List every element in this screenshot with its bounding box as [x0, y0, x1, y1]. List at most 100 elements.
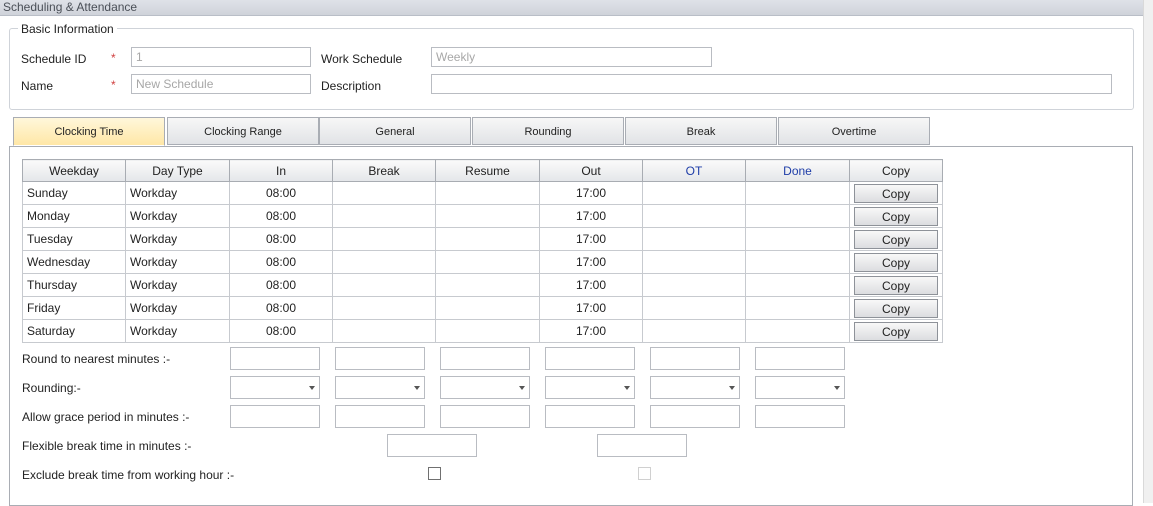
exclude-break-checkbox-1[interactable] — [428, 467, 441, 480]
in-cell[interactable]: 08:00 — [229, 296, 333, 320]
work-schedule-field[interactable]: Weekly — [431, 47, 712, 67]
grace-input-break[interactable] — [335, 405, 425, 428]
ot-cell[interactable] — [642, 319, 746, 343]
exclude-break-checkbox-2[interactable] — [638, 467, 651, 480]
resume-cell[interactable] — [435, 250, 540, 274]
grace-input-in[interactable] — [230, 405, 320, 428]
out-cell[interactable]: 17:00 — [539, 273, 643, 297]
in-cell[interactable]: 08:00 — [229, 273, 333, 297]
resume-cell[interactable] — [435, 273, 540, 297]
ot-cell[interactable] — [642, 181, 746, 205]
copy-button[interactable]: Copy — [854, 252, 938, 272]
table-row[interactable]: Friday Workday 08:00 17:00 Copy — [22, 296, 943, 320]
column-header-copy[interactable]: Copy — [849, 159, 943, 182]
flexible-break-input-2[interactable] — [597, 434, 687, 457]
break-cell[interactable] — [332, 250, 436, 274]
break-cell[interactable] — [332, 319, 436, 343]
table-row[interactable]: Thursday Workday 08:00 17:00 Copy — [22, 273, 943, 297]
column-header-ot[interactable]: OT — [642, 159, 746, 182]
grace-input-out[interactable] — [545, 405, 635, 428]
day-type-cell[interactable]: Workday — [125, 204, 230, 228]
done-cell[interactable] — [745, 319, 850, 343]
column-header-day-type[interactable]: Day Type — [125, 159, 230, 182]
in-cell[interactable]: 08:00 — [229, 319, 333, 343]
table-row[interactable]: Saturday Workday 08:00 17:00 Copy — [22, 319, 943, 343]
tab-clocking-range[interactable]: Clocking Range — [167, 117, 319, 145]
column-header-out[interactable]: Out — [539, 159, 643, 182]
in-cell[interactable]: 08:00 — [229, 204, 333, 228]
ot-cell[interactable] — [642, 204, 746, 228]
day-type-cell[interactable]: Workday — [125, 181, 230, 205]
tab-rounding[interactable]: Rounding — [472, 117, 624, 145]
ot-cell[interactable] — [642, 227, 746, 251]
copy-button[interactable]: Copy — [854, 229, 938, 249]
in-cell[interactable]: 08:00 — [229, 250, 333, 274]
round-minutes-input-done[interactable] — [755, 347, 845, 370]
schedule-id-field[interactable]: 1 — [131, 47, 311, 67]
rounding-select-break[interactable] — [335, 376, 425, 399]
break-cell[interactable] — [332, 296, 436, 320]
break-cell[interactable] — [332, 204, 436, 228]
day-type-cell[interactable]: Workday — [125, 227, 230, 251]
break-cell[interactable] — [332, 273, 436, 297]
done-cell[interactable] — [745, 204, 850, 228]
copy-button[interactable]: Copy — [854, 298, 938, 318]
grace-input-done[interactable] — [755, 405, 845, 428]
day-type-cell[interactable]: Workday — [125, 319, 230, 343]
in-cell[interactable]: 08:00 — [229, 227, 333, 251]
resume-cell[interactable] — [435, 227, 540, 251]
resume-cell[interactable] — [435, 296, 540, 320]
resume-cell[interactable] — [435, 204, 540, 228]
out-cell[interactable]: 17:00 — [539, 204, 643, 228]
day-type-cell[interactable]: Workday — [125, 250, 230, 274]
copy-button[interactable]: Copy — [854, 183, 938, 203]
table-row[interactable]: Wednesday Workday 08:00 17:00 Copy — [22, 250, 943, 274]
out-cell[interactable]: 17:00 — [539, 250, 643, 274]
column-header-done[interactable]: Done — [745, 159, 850, 182]
ot-cell[interactable] — [642, 250, 746, 274]
copy-button[interactable]: Copy — [854, 275, 938, 295]
resume-cell[interactable] — [435, 181, 540, 205]
done-cell[interactable] — [745, 250, 850, 274]
day-type-cell[interactable]: Workday — [125, 296, 230, 320]
tab-overtime[interactable]: Overtime — [778, 117, 930, 145]
rounding-select-resume[interactable] — [440, 376, 530, 399]
copy-button[interactable]: Copy — [854, 206, 938, 226]
done-cell[interactable] — [745, 181, 850, 205]
in-cell[interactable]: 08:00 — [229, 181, 333, 205]
table-row[interactable]: Sunday Workday 08:00 17:00 Copy — [22, 181, 943, 205]
grace-input-resume[interactable] — [440, 405, 530, 428]
column-header-weekday[interactable]: Weekday — [22, 159, 126, 182]
column-header-in[interactable]: In — [229, 159, 333, 182]
round-minutes-input-break[interactable] — [335, 347, 425, 370]
resume-cell[interactable] — [435, 319, 540, 343]
tab-clocking-time[interactable]: Clocking Time — [13, 117, 165, 146]
grace-input-ot[interactable] — [650, 405, 740, 428]
done-cell[interactable] — [745, 296, 850, 320]
table-row[interactable]: Tuesday Workday 08:00 17:00 Copy — [22, 227, 943, 251]
column-header-break[interactable]: Break — [332, 159, 436, 182]
right-scrollbar[interactable] — [1143, 0, 1153, 503]
column-header-resume[interactable]: Resume — [435, 159, 540, 182]
break-cell[interactable] — [332, 181, 436, 205]
round-minutes-input-resume[interactable] — [440, 347, 530, 370]
rounding-select-in[interactable] — [230, 376, 320, 399]
rounding-select-ot[interactable] — [650, 376, 740, 399]
round-minutes-input-ot[interactable] — [650, 347, 740, 370]
tab-break[interactable]: Break — [625, 117, 777, 145]
rounding-select-done[interactable] — [755, 376, 845, 399]
tab-general[interactable]: General — [319, 117, 471, 145]
done-cell[interactable] — [745, 273, 850, 297]
done-cell[interactable] — [745, 227, 850, 251]
break-cell[interactable] — [332, 227, 436, 251]
day-type-cell[interactable]: Workday — [125, 273, 230, 297]
ot-cell[interactable] — [642, 296, 746, 320]
out-cell[interactable]: 17:00 — [539, 319, 643, 343]
out-cell[interactable]: 17:00 — [539, 181, 643, 205]
ot-cell[interactable] — [642, 273, 746, 297]
out-cell[interactable]: 17:00 — [539, 296, 643, 320]
out-cell[interactable]: 17:00 — [539, 227, 643, 251]
rounding-select-out[interactable] — [545, 376, 635, 399]
copy-button[interactable]: Copy — [854, 321, 938, 341]
table-row[interactable]: Monday Workday 08:00 17:00 Copy — [22, 204, 943, 228]
